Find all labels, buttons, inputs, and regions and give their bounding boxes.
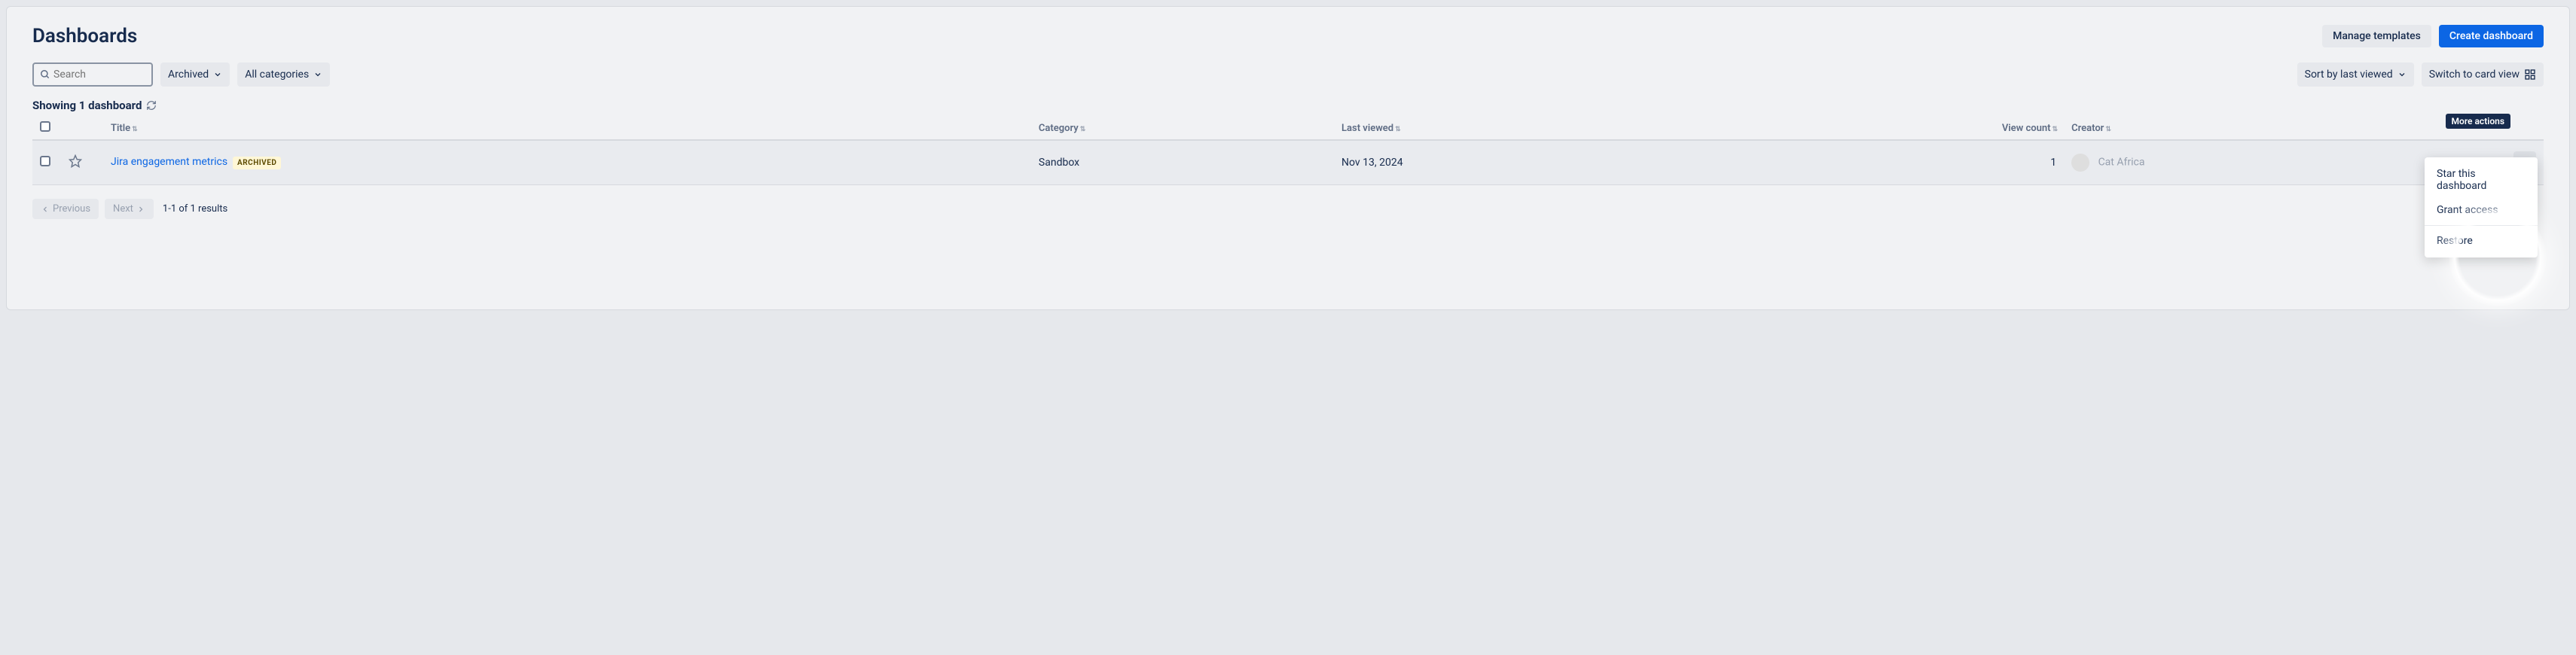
archived-badge: ARCHIVED [233,157,281,169]
archived-filter-label: Archived [168,69,209,81]
switch-view-label: Switch to card view [2429,69,2520,81]
next-label: Next [113,203,133,215]
prev-label: Previous [53,203,90,215]
star-button[interactable] [66,151,85,174]
row-checkbox[interactable] [40,156,50,166]
sort-icon: ⇅ [2105,126,2110,133]
dashboard-title-link[interactable]: Jira engagement metrics [111,156,227,168]
filter-row: Archived All categories Sort by last vie… [32,62,2544,87]
categories-filter[interactable]: All categories [237,62,330,87]
sort-dropdown[interactable]: Sort by last viewed [2297,62,2414,87]
select-all-checkbox[interactable] [40,121,50,132]
pager-summary: 1-1 of 1 results [163,203,227,215]
sort-icon: ⇅ [1080,126,1085,133]
page-title: Dashboards [32,25,137,47]
showing-count: Showing 1 dashboard [32,99,2544,112]
archived-filter[interactable]: Archived [160,62,230,87]
header-actions: Manage templates Create dashboard [2322,25,2544,47]
sort-icon: ⇅ [1395,126,1399,133]
row-last-viewed: Nov 13, 2024 [1341,157,1403,169]
chevron-down-icon [313,70,322,79]
col-view-count[interactable]: View count⇅ [1717,117,2064,140]
pagination: Previous Next 1-1 of 1 results [32,199,2544,219]
create-dashboard-button[interactable]: Create dashboard [2439,25,2544,47]
sort-label: Sort by last viewed [2305,69,2393,81]
chevron-right-icon [136,205,145,214]
col-title[interactable]: Title⇅ [103,117,1031,140]
search-icon [40,69,50,80]
switch-view-button[interactable]: Switch to card view [2422,62,2544,87]
header-row: Dashboards Manage templates Create dashb… [32,25,2544,47]
row-creator: Cat Africa [2098,157,2145,169]
search-input-wrapper[interactable] [32,62,153,87]
categories-filter-label: All categories [245,69,309,81]
col-category[interactable]: Category⇅ [1031,117,1334,140]
menu-separator [2425,225,2538,226]
prev-page-button[interactable]: Previous [32,199,99,219]
col-last-viewed[interactable]: Last viewed⇅ [1334,117,1717,140]
menu-restore[interactable]: Restore [2425,229,2538,253]
search-input[interactable] [53,69,145,81]
refresh-icon[interactable] [146,100,157,111]
row-view-count: 1 [2050,157,2056,169]
dashboards-page: Dashboards Manage templates Create dashb… [6,6,2570,310]
dashboards-table: Title⇅ Category⇅ Last viewed⇅ View count… [32,117,2544,185]
manage-templates-button[interactable]: Manage templates [2322,25,2431,47]
more-actions-tooltip: More actions [2446,114,2510,129]
grid-icon [2524,69,2536,81]
table-row[interactable]: Jira engagement metrics ARCHIVED Sandbox… [32,140,2544,185]
sort-icon: ⇅ [132,126,136,133]
chevron-down-icon [2397,70,2407,79]
row-category: Sandbox [1039,157,1079,169]
menu-star[interactable]: Star this dashboard [2425,162,2538,198]
more-actions-menu: Star this dashboard Grant access Restore [2425,157,2538,257]
col-creator[interactable]: Creator⇅ More actions [2064,117,2506,140]
chevron-left-icon [41,205,50,214]
next-page-button[interactable]: Next [105,199,154,219]
showing-text: Showing 1 dashboard [32,99,142,112]
sort-icon: ⇅ [2053,126,2057,133]
chevron-down-icon [213,70,222,79]
star-icon [69,154,82,168]
menu-grant-access[interactable]: Grant access [2425,198,2538,222]
avatar [2071,154,2089,172]
